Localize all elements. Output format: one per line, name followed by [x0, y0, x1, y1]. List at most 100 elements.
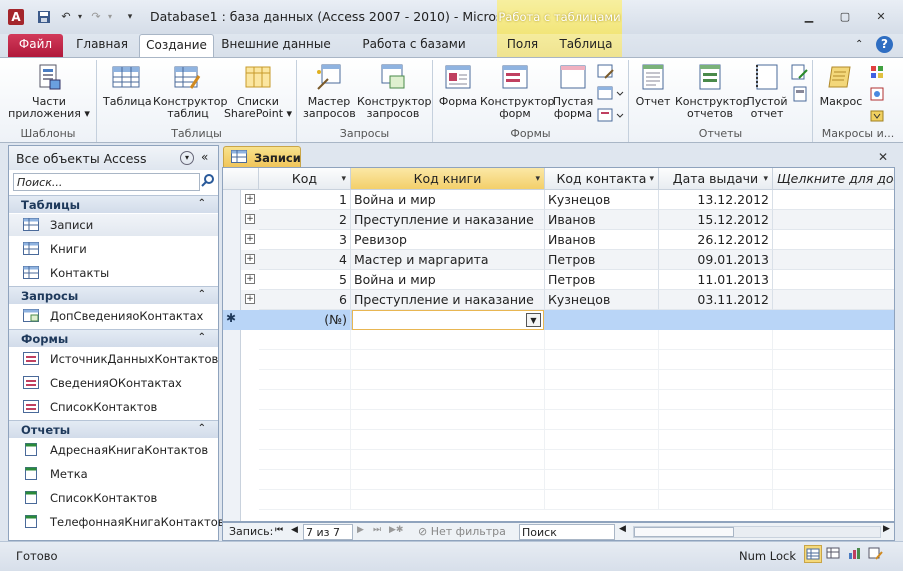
column-header-kod-kontakta[interactable]: Код контакта ▾	[545, 168, 659, 190]
first-record-icon[interactable]: ⏮	[275, 525, 283, 535]
table-cell[interactable]	[773, 210, 894, 230]
table-cell[interactable]: Ревизор	[351, 230, 545, 250]
table-button[interactable]: Таблица	[103, 62, 152, 108]
table-cell[interactable]: 03.11.2012	[659, 290, 773, 310]
combo-dropdown-icon[interactable]: ▼	[526, 313, 541, 327]
help-icon[interactable]: ?	[876, 36, 893, 53]
nav-search-input[interactable]: Поиск...	[13, 173, 200, 191]
table-cell[interactable]: 3	[259, 230, 351, 250]
table-cell[interactable]: Петров	[545, 250, 659, 270]
blank-form-button[interactable]: Пустая форма	[551, 62, 595, 120]
column-header-add-field[interactable]: Щелкните для доб	[773, 168, 894, 190]
datasheet-view-icon[interactable]	[804, 545, 822, 563]
section-reports[interactable]: Отчеты ⌃	[9, 420, 218, 438]
expand-subdatasheet-icon[interactable]: +	[245, 194, 255, 204]
maximize-icon[interactable]: ▢	[836, 10, 854, 24]
search-icon[interactable]	[200, 173, 216, 191]
nav-menu-chevron-icon[interactable]: ▾	[180, 151, 194, 165]
collapse-chevron-icon[interactable]: ⌃	[198, 198, 206, 209]
query-designer-button[interactable]: Конструктор запросов	[357, 62, 431, 120]
close-document-icon[interactable]: ✕	[878, 150, 888, 164]
collapse-chevron-icon[interactable]: ⌃	[198, 289, 206, 300]
section-forms[interactable]: Формы ⌃	[9, 329, 218, 347]
nav-item-report[interactable]: ТелефоннаяКнигаКонтактов	[9, 511, 225, 533]
table-cell[interactable]: 2	[259, 210, 351, 230]
design-view-icon[interactable]	[867, 545, 885, 563]
nav-item-form[interactable]: СписокКонтактов	[9, 396, 218, 418]
tab-database-tools[interactable]: Работа с базами данных	[340, 34, 488, 72]
nav-item-form[interactable]: ИсточникДанныхКонтактов	[9, 348, 218, 370]
expand-subdatasheet-icon[interactable]: +	[245, 234, 255, 244]
undo-dropdown-icon[interactable]: ▾	[72, 10, 88, 24]
document-tab-zapisi[interactable]: Записи	[223, 146, 301, 167]
collapse-chevron-icon[interactable]: ⌃	[198, 423, 206, 434]
table-cell[interactable]	[773, 250, 894, 270]
visual-basic-icon[interactable]	[869, 108, 885, 124]
table-cell[interactable]: Война и мир	[351, 270, 545, 290]
sharepoint-lists-button[interactable]: Списки SharePoint ▾	[223, 62, 293, 120]
table-cell[interactable]: 26.12.2012	[659, 230, 773, 250]
pivot-table-view-icon[interactable]	[825, 545, 843, 563]
navigation-form-icon[interactable]	[597, 86, 625, 102]
tab-create[interactable]: Создание	[139, 34, 214, 57]
column-header-kod[interactable]: Код ▾	[259, 168, 351, 190]
expand-subdatasheet-icon[interactable]: +	[245, 214, 255, 224]
table-cell[interactable]: Иванов	[545, 210, 659, 230]
nav-item-table-knigi[interactable]: Книги	[9, 238, 218, 260]
new-record-nav-icon[interactable]: ▶✱	[389, 525, 403, 535]
table-cell[interactable]: Мастер и маргарита	[351, 250, 545, 270]
table-cell[interactable]: 5	[259, 270, 351, 290]
nav-pane-header[interactable]: Все объекты Access ▾ «	[9, 146, 218, 170]
report-button[interactable]: Отчет	[633, 62, 673, 108]
table-cell[interactable]: Преступление и наказание	[351, 290, 545, 310]
blank-report-button[interactable]: Пустой отчет	[745, 62, 789, 120]
select-all-corner[interactable]	[223, 168, 259, 190]
close-icon[interactable]: ✕	[872, 10, 890, 24]
tab-file[interactable]: Файл	[8, 34, 63, 57]
scroll-right-icon[interactable]: ▶	[883, 524, 895, 540]
redo-dropdown-icon[interactable]: ▾	[102, 10, 118, 24]
filter-status[interactable]: ⊘ Нет фильтра	[418, 525, 506, 538]
minimize-ribbon-icon[interactable]: ⌃	[855, 39, 863, 50]
minimize-icon[interactable]: ▁	[800, 10, 818, 24]
record-search-input[interactable]: Поиск	[519, 524, 615, 540]
table-cell[interactable]	[773, 230, 894, 250]
customize-qat-icon[interactable]: ▾	[122, 10, 138, 24]
tab-table[interactable]: Таблица	[556, 34, 616, 57]
new-record-book-combo[interactable]: ▼	[352, 310, 544, 330]
access-app-icon[interactable]: A	[8, 9, 24, 25]
tab-home[interactable]: Главная	[72, 34, 132, 57]
section-queries[interactable]: Запросы ⌃	[9, 286, 218, 304]
form-designer-button[interactable]: Конструктор форм	[480, 62, 554, 120]
scroll-left-icon[interactable]: ◀	[619, 524, 631, 540]
current-record-field[interactable]: 7 из 7	[303, 524, 353, 540]
form-button[interactable]: Форма	[438, 62, 478, 108]
table-cell[interactable]: Петров	[545, 270, 659, 290]
table-cell[interactable]: Война и мир	[351, 190, 545, 210]
column-dropdown-icon[interactable]: ▾	[763, 168, 768, 189]
nav-item-form[interactable]: СведенияОКонтактах	[9, 372, 218, 394]
pivot-chart-view-icon[interactable]	[846, 545, 864, 563]
column-header-kod-knigi[interactable]: Код книги ▾	[351, 168, 545, 190]
query-wizard-button[interactable]: Мастер запросов	[303, 62, 356, 120]
table-cell[interactable]: 09.01.2013	[659, 250, 773, 270]
next-record-icon[interactable]: ▶	[357, 525, 364, 535]
nav-item-table-zapisi[interactable]: Записи	[9, 214, 218, 236]
table-cell[interactable]: Кузнецов	[545, 190, 659, 210]
expand-subdatasheet-icon[interactable]: +	[245, 294, 255, 304]
app-parts-button[interactable]: Части приложения ▾	[4, 62, 94, 120]
table-cell[interactable]: 13.12.2012	[659, 190, 773, 210]
nav-item-report[interactable]: Метка	[9, 463, 218, 485]
more-forms-icon[interactable]	[597, 108, 625, 124]
nav-item-report[interactable]: АдреснаяКнигаКонтактов	[9, 439, 218, 461]
table-cell[interactable]: 11.01.2013	[659, 270, 773, 290]
column-dropdown-icon[interactable]: ▾	[341, 168, 346, 189]
table-cell[interactable]	[773, 270, 894, 290]
horizontal-scroll-thumb[interactable]	[634, 527, 734, 537]
nav-item-report[interactable]: СписокКонтактов	[9, 487, 218, 509]
expand-subdatasheet-icon[interactable]: +	[245, 254, 255, 264]
table-cell[interactable]: 1	[259, 190, 351, 210]
nav-item-table-kontakty[interactable]: Контакты	[9, 262, 218, 284]
column-dropdown-icon[interactable]: ▾	[649, 168, 654, 189]
macro-button[interactable]: Макрос	[817, 62, 865, 108]
